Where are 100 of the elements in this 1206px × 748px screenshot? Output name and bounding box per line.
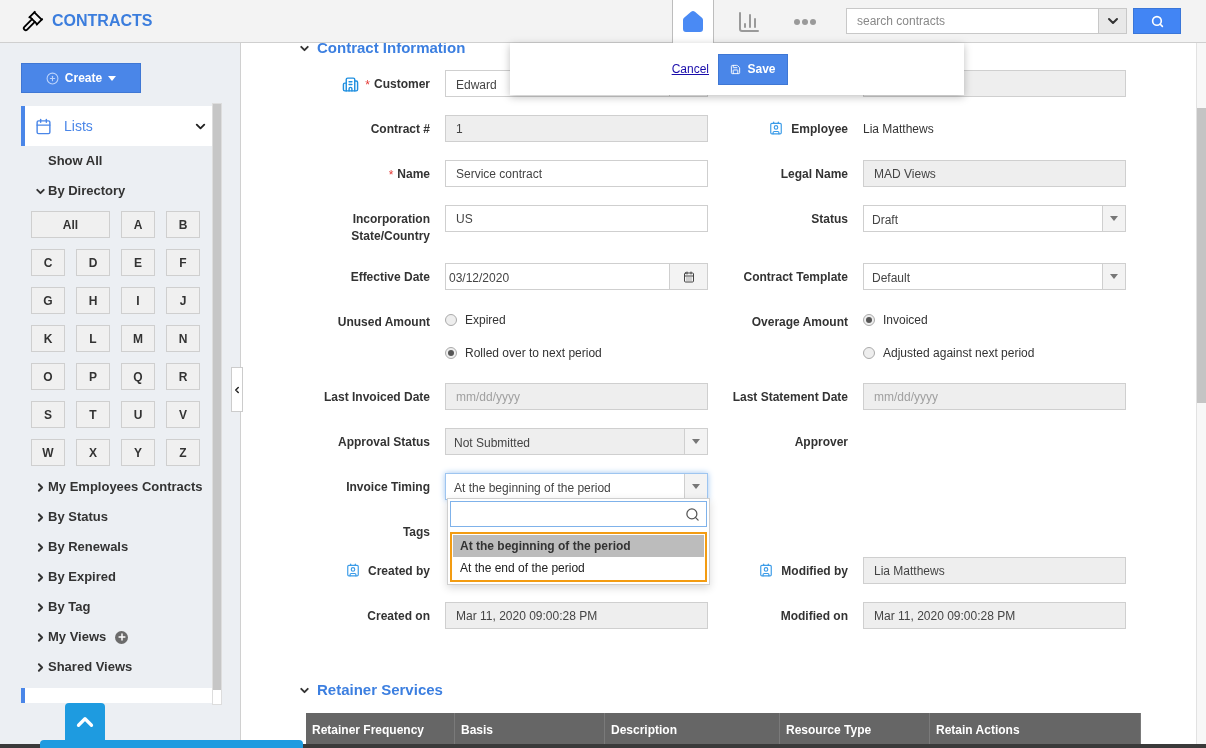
collapse-sidebar-button[interactable] xyxy=(231,367,243,412)
field-label: Contract Template xyxy=(743,269,848,286)
letter-filter-button[interactable]: P xyxy=(76,363,110,390)
add-view-icon[interactable] xyxy=(115,630,129,644)
building-icon xyxy=(342,76,360,93)
scroll-to-top-button[interactable] xyxy=(65,703,105,740)
letter-filter-button[interactable]: B xyxy=(166,211,200,238)
search-options-button[interactable] xyxy=(1099,8,1127,34)
radio-label: Rolled over to next period xyxy=(465,345,602,362)
calendar-icon xyxy=(682,270,695,283)
search-field[interactable]: search contracts xyxy=(846,8,1099,34)
letter-filter-button[interactable]: Y xyxy=(121,439,155,466)
field-label: Legal Name xyxy=(780,166,848,183)
sidebar-item[interactable]: By Directory xyxy=(21,176,126,206)
text-field[interactable]: Service contract xyxy=(445,160,708,187)
field-label: Effective Date xyxy=(350,269,430,286)
dropdown-search-field[interactable] xyxy=(450,501,707,527)
nav-tab[interactable] xyxy=(672,0,714,43)
letter-filter-button[interactable]: W xyxy=(31,439,65,466)
letter-filter-button[interactable]: U xyxy=(121,401,155,428)
letter-filter-button[interactable]: I xyxy=(121,287,155,314)
caret-icon xyxy=(1110,216,1118,221)
column-header: Basis xyxy=(455,713,605,747)
field-label: Created on xyxy=(367,608,430,625)
field-label: Overage Amount xyxy=(751,314,848,331)
letter-filter-button[interactable]: O xyxy=(31,363,65,390)
letter-filter-button[interactable]: D xyxy=(76,249,110,276)
column-header: Retainer Frequency xyxy=(306,713,455,747)
select-field[interactable]: At the beginning of the period xyxy=(445,473,708,500)
radio-button[interactable] xyxy=(863,347,875,359)
letter-filter-button[interactable]: X xyxy=(76,439,110,466)
lists-header[interactable]: Lists xyxy=(21,106,212,146)
field-label: Last Statement Date xyxy=(732,389,848,406)
select-field[interactable]: Draft xyxy=(863,205,1126,232)
field-label: Approval Status xyxy=(338,434,430,451)
select-field[interactable]: Default xyxy=(863,263,1126,290)
section-header[interactable]: Retainer Services xyxy=(298,681,443,699)
letter-filter-button[interactable]: K xyxy=(31,325,65,352)
bar-chart-icon xyxy=(737,9,761,34)
field-label: Contract # xyxy=(370,121,430,138)
sidebar-item[interactable]: By Status xyxy=(34,507,108,527)
sidebar-item[interactable]: By Expired xyxy=(34,567,116,587)
text-field[interactable]: US xyxy=(445,205,708,232)
field-label: Name xyxy=(397,166,430,183)
letter-filter-button[interactable]: J xyxy=(166,287,200,314)
save-button[interactable]: Save xyxy=(718,53,788,85)
letter-filter-button[interactable]: T xyxy=(76,401,110,428)
sidebar-item[interactable]: My Views xyxy=(34,627,129,647)
letter-filter-button[interactable]: V xyxy=(166,401,200,428)
letter-filter-button[interactable]: E xyxy=(121,249,155,276)
sidebar-item[interactable]: By Renewals xyxy=(34,537,129,557)
collapsed-panel[interactable] xyxy=(21,688,212,703)
sidebar-item[interactable]: Show All xyxy=(48,151,103,171)
field-label: Incorporation State/Country xyxy=(350,211,430,245)
caret-icon xyxy=(692,439,700,444)
radio-button[interactable] xyxy=(445,314,457,326)
letter-filter-button[interactable]: A xyxy=(121,211,155,238)
letter-filter-button[interactable]: F xyxy=(166,249,200,276)
caret-icon xyxy=(1110,274,1118,279)
search-icon xyxy=(685,506,700,522)
sidebar-item[interactable]: By Tag xyxy=(34,597,91,617)
letter-filter-button[interactable]: C xyxy=(31,249,65,276)
letter-filter-button[interactable]: L xyxy=(76,325,110,352)
letter-filter-button[interactable]: M xyxy=(121,325,155,352)
sidebar-item[interactable]: Shared Views xyxy=(34,657,133,677)
plus-icon xyxy=(45,71,59,85)
radio-label: Invoiced xyxy=(883,312,928,329)
sidebar-item[interactable]: My Employees Contracts xyxy=(34,477,203,497)
caret-icon xyxy=(692,484,700,489)
letter-filter-button[interactable]: N xyxy=(166,325,200,352)
calendar-icon xyxy=(35,117,52,135)
scrollbar[interactable] xyxy=(212,103,222,705)
letter-filter-button[interactable]: R xyxy=(166,363,200,390)
required-asterisk: * xyxy=(365,77,370,94)
required-asterisk: * xyxy=(388,167,394,184)
letter-filter-button[interactable]: G xyxy=(31,287,65,314)
field-label: Approver xyxy=(794,434,848,451)
field-label: Tags xyxy=(402,524,430,541)
radio-label: Expired xyxy=(465,312,506,329)
field-label: Last Invoiced Date xyxy=(323,389,430,406)
column-header: Description xyxy=(605,713,780,747)
radio-button[interactable] xyxy=(863,314,875,326)
field-label: Modified on xyxy=(780,608,848,625)
radio-button[interactable] xyxy=(445,347,457,359)
letter-filter-button[interactable]: S xyxy=(31,401,65,428)
home-icon xyxy=(681,9,705,34)
create-button[interactable]: Create xyxy=(21,63,141,93)
date-field[interactable]: 03/12/2020 xyxy=(445,263,708,290)
search-button[interactable] xyxy=(1133,8,1181,34)
more-icon xyxy=(794,18,816,25)
field-label: Employee xyxy=(791,121,848,138)
cancel-link[interactable]: Cancel xyxy=(671,60,709,78)
letter-filter-button[interactable]: All xyxy=(31,211,110,238)
field-label: Modified by xyxy=(781,563,848,580)
column-header: Resource Type xyxy=(780,713,930,747)
letter-filter-button[interactable]: Q xyxy=(121,363,155,390)
dropdown-option[interactable]: At the beginning of the period xyxy=(453,535,704,557)
letter-filter-button[interactable]: Z xyxy=(166,439,200,466)
app-title[interactable]: CONTRACTS xyxy=(52,9,153,33)
letter-filter-button[interactable]: H xyxy=(76,287,110,314)
